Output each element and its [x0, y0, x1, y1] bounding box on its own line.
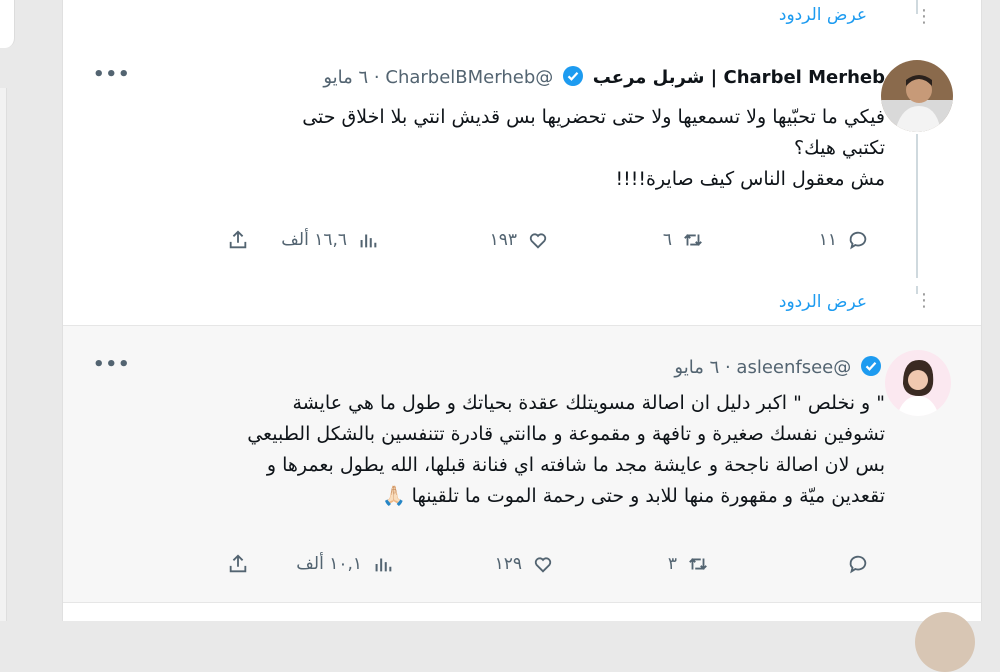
retweet-button[interactable]: ٣	[668, 553, 709, 575]
timestamp[interactable]: ٦ مايو	[674, 357, 719, 378]
timestamp-separator: ·	[368, 67, 380, 88]
tweet-text-line: " و نخلص " اكبر دليل ان اصالة مسويتلك عق…	[292, 392, 886, 414]
retweet-icon	[684, 234, 702, 246]
timestamp[interactable]: ٦ مايو	[323, 67, 368, 88]
show-replies-link[interactable]: عرض الردود	[779, 292, 867, 312]
thread-connector-line	[916, 134, 918, 278]
handle[interactable]: @CharbelBMerheb	[385, 67, 553, 88]
reply-button[interactable]	[837, 553, 869, 575]
tweet-text: " و نخلص " اكبر دليل ان اصالة مسويتلك عق…	[165, 388, 885, 512]
more-options-icon[interactable]: •••	[93, 354, 131, 375]
tweet-header: @asleenfsee · ٦ مايو	[674, 356, 885, 381]
left-sidebar-card	[0, 0, 15, 48]
display-name[interactable]: Charbel Merheb | شربل مرعب	[593, 67, 885, 88]
tweet-actions: ٣ ١٢٩ ١٠,١ ألف	[209, 553, 869, 583]
views-count: ١٦,٦ ألف	[281, 230, 347, 250]
tweet-text-line: بس لان اصالة ناجحة و عايشة مجد ما شافته …	[266, 454, 885, 476]
next-tweet-peek	[63, 603, 981, 672]
reply-count: ١١	[818, 230, 837, 250]
share-icon	[229, 554, 247, 573]
thread-dots: ⋮	[915, 6, 933, 27]
tweet-text-line: تشوفين نفسك صغيرة و تافهة و مقموعة و ماا…	[247, 423, 885, 445]
previous-thread-footer: ⋮ عرض الردود	[63, 0, 981, 43]
tweet-text-line: تقعدين ميّة و مقهورة منها للابد و حتى رح…	[381, 485, 885, 507]
handle[interactable]: @asleenfsee	[736, 357, 851, 378]
share-button[interactable]	[227, 553, 249, 575]
retweet-count: ٣	[667, 554, 677, 574]
avatar[interactable]	[915, 612, 975, 672]
verified-badge-icon	[861, 356, 881, 381]
reply-icon	[849, 231, 867, 250]
timeline-feed: ⋮ عرض الردود Charbel Merheb | شربل مرعب …	[62, 0, 982, 672]
show-replies-link[interactable]: عرض الردود	[779, 5, 867, 25]
reply-button[interactable]: ١١	[819, 229, 869, 251]
tweet-text: فيكي ما تحبّيها ولا تسمعيها ولا حتى تحضر…	[145, 102, 885, 195]
tweet-text-line: تكتبي هيك؟	[794, 137, 885, 159]
like-button[interactable]: ١٩٣	[490, 229, 549, 251]
share-icon	[229, 230, 247, 249]
tweet[interactable]: Charbel Merheb | شربل مرعب @CharbelBMerh…	[63, 42, 981, 326]
avatar-image	[881, 60, 953, 132]
left-sidebar-edge	[0, 88, 7, 621]
views-button[interactable]: ١٦,٦ ألف	[281, 229, 379, 251]
thread-dots: ⋮	[915, 290, 933, 311]
tweet[interactable]: @asleenfsee · ٦ مايو ••• " و نخلص " اكبر…	[63, 326, 981, 603]
avatar[interactable]	[881, 60, 953, 132]
heart-icon	[534, 557, 552, 573]
heart-icon	[529, 233, 547, 249]
reply-icon	[849, 555, 867, 574]
share-button[interactable]	[227, 229, 249, 251]
retweet-count: ٦	[662, 230, 672, 250]
tweet-actions: ١١ ٦ ١٩٣ ١٦,٦ ألف	[209, 229, 869, 259]
retweet-button[interactable]: ٦	[663, 229, 704, 251]
avatar-image	[885, 350, 951, 416]
views-icon	[375, 558, 392, 572]
retweet-icon	[689, 558, 707, 570]
tweet-text-line: فيكي ما تحبّيها ولا تسمعيها ولا حتى تحضر…	[302, 106, 885, 128]
views-button[interactable]: ١٠,١ ألف	[296, 553, 394, 575]
like-count: ١٩٣	[489, 230, 517, 250]
views-count: ١٠,١ ألف	[296, 554, 362, 574]
views-icon	[360, 234, 377, 248]
tweet-text-line: مش معقول الناس كيف صايرة!!!!	[615, 168, 885, 190]
tweet-header: Charbel Merheb | شربل مرعب @CharbelBMerh…	[323, 66, 885, 91]
verified-badge-icon	[562, 66, 583, 91]
more-options-icon[interactable]: •••	[93, 64, 131, 85]
like-count: ١٢٩	[494, 554, 522, 574]
avatar[interactable]	[885, 350, 951, 416]
timestamp-separator: ·	[719, 357, 731, 378]
like-button[interactable]: ١٢٩	[495, 553, 554, 575]
